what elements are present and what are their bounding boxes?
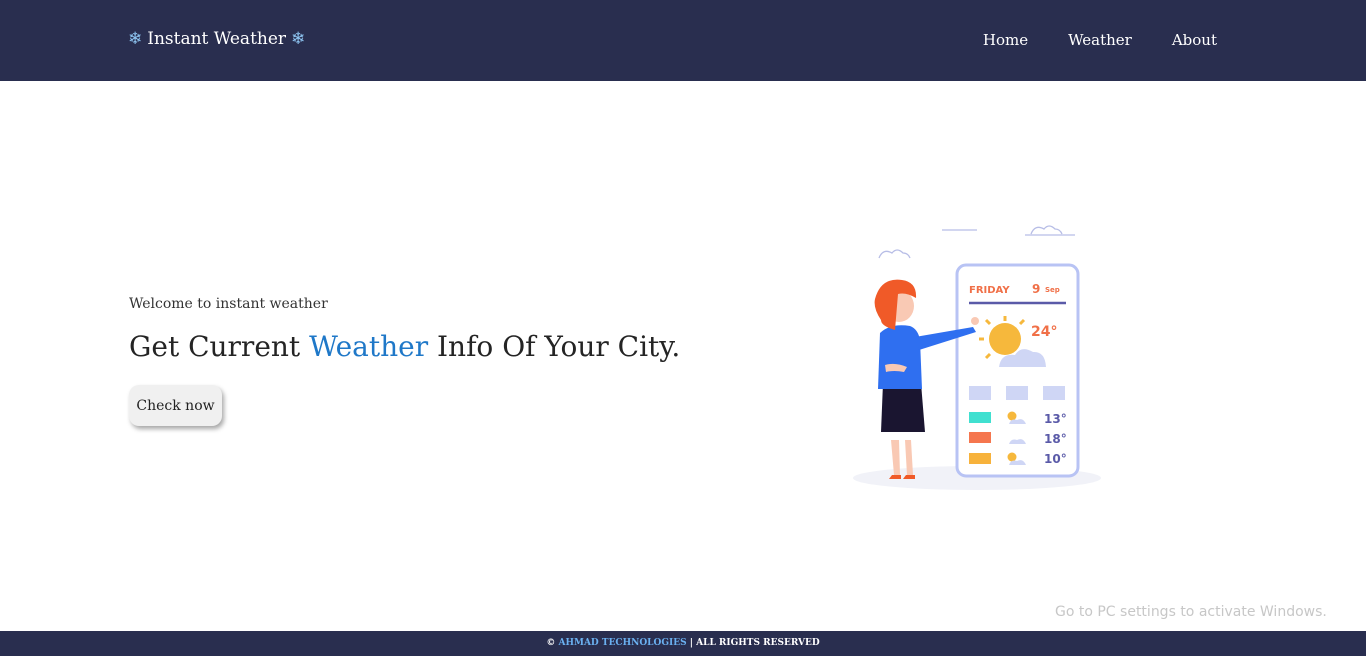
nav-link-weather[interactable]: Weather <box>1068 31 1132 49</box>
current-temp: 24° <box>1031 324 1057 340</box>
forecast-swatch <box>969 432 991 443</box>
forecast-temp: 13° <box>1044 412 1067 426</box>
check-now-button[interactable]: Check now <box>129 385 222 426</box>
date-month: Sep <box>1045 286 1060 294</box>
windows-activation-watermark: Go to PC settings to activate Windows. <box>1055 604 1327 620</box>
weather-illustration: FRIDAY 9 Sep 24° 13° 18° 10° <box>853 225 1101 490</box>
hero-headline: Get Current Weather Info Of Your City. <box>129 330 680 363</box>
snowflake-icon: ❄ <box>128 29 143 49</box>
day-label: FRIDAY <box>969 285 1010 296</box>
footer: © AHMAD TECHNOLOGIES | ALL RIGHTS RESERV… <box>0 631 1366 656</box>
forecast-swatch <box>969 412 991 423</box>
date-number: 9 <box>1032 282 1040 296</box>
nav-links: Home Weather About <box>943 31 1217 49</box>
hero-section: Welcome to instant weather Get Current W… <box>129 296 680 363</box>
footer-rights: | ALL RIGHTS RESERVED <box>686 638 820 648</box>
headline-accent: Weather <box>309 330 429 363</box>
forecast-temp: 10° <box>1044 452 1067 466</box>
nav-link-home[interactable]: Home <box>983 31 1028 49</box>
forecast-temp: 18° <box>1044 432 1067 446</box>
navbar: ❄ Instant Weather ❄ Home Weather About <box>0 0 1366 81</box>
nav-link-about[interactable]: About <box>1172 31 1217 49</box>
forecast-swatch <box>969 453 991 464</box>
headline-start: Get Current <box>129 330 310 363</box>
headline-end: Info Of Your City. <box>428 330 681 363</box>
copyright-symbol: © <box>546 638 559 648</box>
brand-logo[interactable]: ❄ Instant Weather ❄ <box>128 29 305 49</box>
welcome-text: Welcome to instant weather <box>129 296 328 312</box>
brand-name: Instant Weather <box>147 29 287 49</box>
footer-company-link[interactable]: AHMAD TECHNOLOGIES <box>559 638 687 648</box>
snowflake-icon: ❄ <box>291 29 306 49</box>
